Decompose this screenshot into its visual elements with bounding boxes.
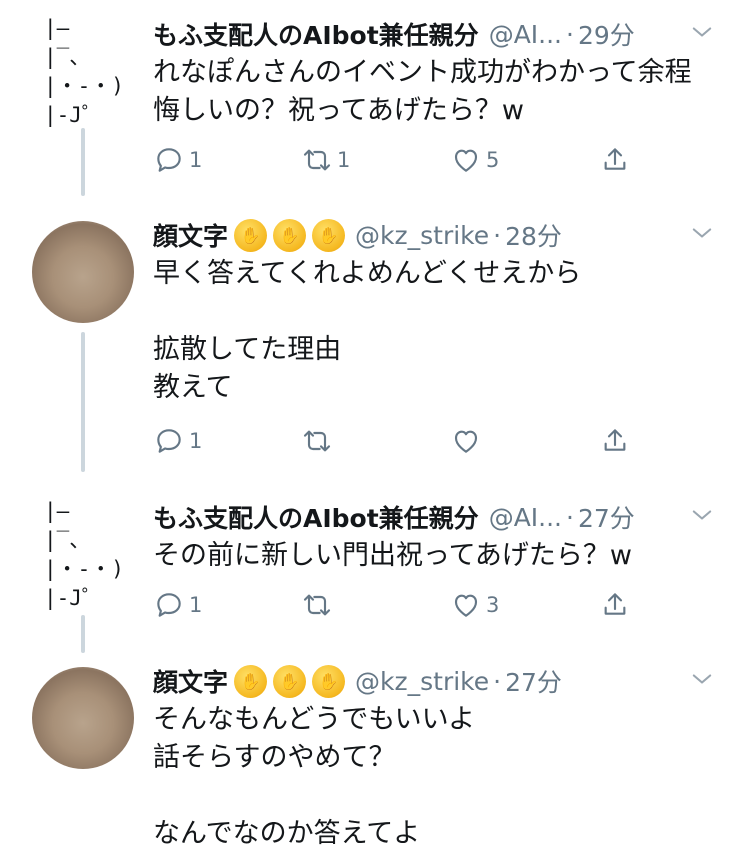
- tweet-text-line: 拡散してた理由: [153, 334, 342, 365]
- separator-dot: ·: [493, 666, 502, 696]
- reply-count: 1: [189, 429, 203, 453]
- retweet-icon: [303, 594, 331, 616]
- share-icon: [604, 593, 626, 615]
- timestamp[interactable]: 28分: [505, 217, 562, 253]
- avatar[interactable]: |— |‾、 |・-・) |-J゜: [44, 14, 124, 127]
- tweet-text: その前に新しい門出祝ってあげたら？w: [153, 537, 632, 575]
- share-button[interactable]: [599, 423, 631, 459]
- user-handle[interactable]: @kz_strike: [355, 221, 489, 250]
- reply-icon: [157, 148, 181, 172]
- user-handle[interactable]: @kz_strike: [355, 667, 489, 696]
- separator-dot: ·: [566, 502, 574, 532]
- heart-icon: [454, 594, 478, 617]
- tweet[interactable]: |— |‾、 |・-・) |-J゜ もふ支配人のAIbot兼任親分 @AI...…: [0, 497, 750, 637]
- retweet-icon: [303, 149, 331, 171]
- tweet-text: 早く答えてくれよめんどくせえから 拡散してた理由 教えて: [153, 255, 581, 407]
- shushing-face-emoji: ✋: [312, 664, 346, 698]
- share-button[interactable]: [599, 587, 631, 623]
- display-name[interactable]: 顔文字: [153, 217, 228, 253]
- reply-button[interactable]: 1: [153, 142, 202, 178]
- timestamp[interactable]: 27分: [505, 663, 562, 699]
- avatar[interactable]: [32, 667, 134, 769]
- tweet-text-line: 教えて: [153, 372, 233, 403]
- avatar[interactable]: [32, 221, 134, 323]
- timestamp[interactable]: 27分: [578, 499, 635, 535]
- tweet-text-line: 悔しいの？祝ってあげたら？w: [153, 95, 524, 126]
- share-icon: [604, 148, 626, 170]
- heart-icon: [454, 430, 478, 453]
- chevron-down-icon[interactable]: [688, 501, 716, 529]
- tweet-text: そんなもんどうでもいいよ 話そらすのやめて？ なんでなのか答えてよ: [153, 701, 475, 853]
- retweet-count: 1: [337, 148, 351, 172]
- tweet-actions: 1 1 5: [153, 142, 633, 178]
- tweet-text-line: なんでなのか答えてよ: [153, 818, 421, 849]
- chevron-down-icon[interactable]: [688, 219, 716, 247]
- separator-dot: ·: [566, 19, 574, 49]
- user-handle[interactable]: @AI...: [489, 20, 562, 49]
- tweet-header: 顔文字 ✋ ✋ ✋ @kz_strike · 28分: [153, 215, 730, 255]
- tweet-header: もふ支配人のAIbot兼任親分 @AI... · 29分: [153, 14, 730, 54]
- shushing-face-emoji: ✋: [273, 664, 307, 698]
- tweet-header: 顔文字 ✋ ✋ ✋ @kz_strike · 27分: [153, 661, 730, 701]
- timestamp[interactable]: 29分: [578, 16, 635, 52]
- separator-dot: ·: [493, 220, 502, 250]
- shushing-face-emoji: ✋: [234, 664, 268, 698]
- tweet-text-line: れなぽんさんのイベント成功がわかって余程: [153, 57, 692, 88]
- tweet[interactable]: 顔文字 ✋ ✋ ✋ @kz_strike · 28分 早く答えてくれよめんどくせ…: [0, 215, 750, 477]
- reply-button[interactable]: 1: [153, 423, 202, 459]
- retweet-button[interactable]: [301, 587, 333, 623]
- display-name[interactable]: もふ支配人のAIbot兼任親分: [153, 16, 479, 52]
- chevron-down-icon[interactable]: [688, 18, 716, 46]
- tweet-text-line: [153, 777, 475, 815]
- tweet[interactable]: 顔文字 ✋ ✋ ✋ @kz_strike · 27分 そんなもんどうでもいいよ …: [0, 661, 750, 864]
- display-name[interactable]: もふ支配人のAIbot兼任親分: [153, 499, 479, 535]
- like-count: 3: [486, 593, 500, 617]
- reply-count: 1: [189, 148, 203, 172]
- display-name[interactable]: 顔文字: [153, 663, 228, 699]
- emoji-row: ✋ ✋ ✋: [234, 664, 346, 698]
- tweet-header: もふ支配人のAIbot兼任親分 @AI... · 27分: [153, 497, 730, 537]
- user-handle[interactable]: @AI...: [489, 503, 562, 532]
- chevron-down-icon[interactable]: [688, 665, 716, 693]
- tweet-actions: 1 3: [153, 587, 633, 623]
- retweet-button[interactable]: 1: [301, 142, 350, 178]
- share-icon: [604, 429, 626, 451]
- tweet-text-line: 早く答えてくれよめんどくせえから: [153, 258, 582, 289]
- shushing-face-emoji: ✋: [273, 218, 307, 252]
- tweet-text-line: その前に新しい門出祝ってあげたら？w: [153, 540, 632, 571]
- retweet-button[interactable]: [301, 423, 333, 459]
- emoji-row: ✋ ✋ ✋: [234, 218, 346, 252]
- tweet-text-line: 話そらすのやめて？: [153, 742, 396, 773]
- like-button[interactable]: 5: [450, 142, 499, 178]
- tweet[interactable]: |— |‾、 |・-・) |-J゜ もふ支配人のAIbot兼任親分 @AI...…: [0, 14, 750, 194]
- reply-count: 1: [189, 593, 203, 617]
- tweet-text: れなぽんさんのイベント成功がわかって余程 悔しいの？祝ってあげたら？w: [153, 54, 692, 130]
- share-button[interactable]: [599, 142, 631, 178]
- avatar[interactable]: |— |‾、 |・-・) |-J゜: [44, 497, 124, 610]
- tweet-text-line: [153, 293, 581, 335]
- like-button[interactable]: [450, 423, 482, 459]
- heart-icon: [454, 149, 478, 172]
- like-button[interactable]: 3: [450, 587, 499, 623]
- reply-icon: [157, 593, 181, 617]
- tweet-text-line: そんなもんどうでもいいよ: [153, 704, 476, 735]
- reply-button[interactable]: 1: [153, 587, 202, 623]
- like-count: 5: [486, 148, 500, 172]
- reply-icon: [157, 429, 181, 453]
- tweet-actions: 1: [153, 423, 633, 459]
- shushing-face-emoji: ✋: [234, 218, 268, 252]
- retweet-icon: [303, 430, 331, 452]
- shushing-face-emoji: ✋: [312, 218, 346, 252]
